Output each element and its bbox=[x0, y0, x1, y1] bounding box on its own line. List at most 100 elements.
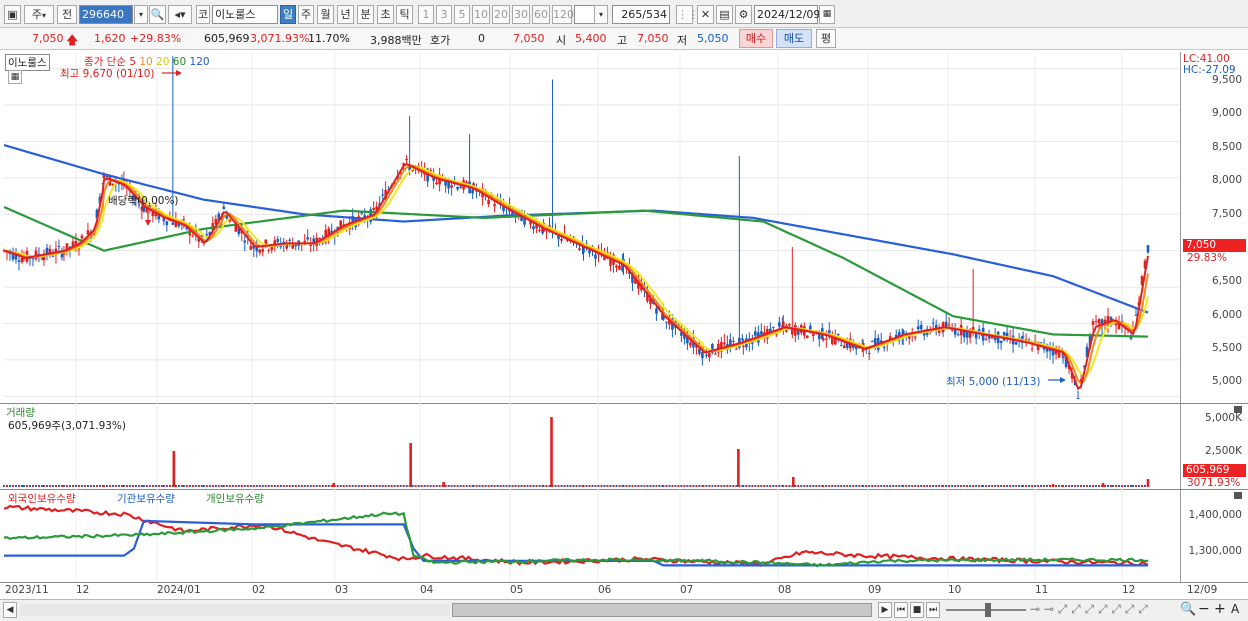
volume-bar bbox=[1101, 483, 1105, 487]
zoom-out-icon[interactable]: − bbox=[1198, 601, 1210, 617]
volume-bar bbox=[582, 485, 585, 487]
close-icon[interactable] bbox=[1234, 406, 1242, 413]
zoom-search-icon[interactable]: 🔍 bbox=[1180, 602, 1196, 617]
font-size-icon[interactable]: A bbox=[1231, 602, 1239, 616]
x-label: 11 bbox=[1035, 584, 1049, 596]
volume-bar bbox=[282, 485, 285, 487]
volume-bar bbox=[351, 485, 354, 487]
candle-body bbox=[867, 352, 871, 354]
table-icon[interactable]: ▦ bbox=[8, 70, 22, 84]
volume-bar bbox=[625, 485, 628, 487]
close-icon[interactable] bbox=[1234, 492, 1242, 499]
volume-bar bbox=[554, 485, 557, 487]
volume-bar bbox=[957, 485, 960, 487]
volume-bar bbox=[1112, 485, 1115, 487]
tool-icons[interactable]: ⊸ ⊸ ⤢ ⤢ ⤢ ⤢ ⤢ ⤢ ⤢ bbox=[1030, 602, 1148, 617]
volume-bar bbox=[588, 485, 591, 487]
volume-bar bbox=[472, 485, 475, 487]
volume-bar bbox=[1037, 485, 1040, 487]
volume-bar bbox=[393, 485, 396, 487]
volume-bar bbox=[514, 485, 517, 487]
volume-bar bbox=[375, 485, 378, 487]
candle-body bbox=[839, 345, 843, 347]
volume-bar bbox=[874, 485, 877, 487]
volume-bar bbox=[151, 485, 154, 487]
x-label: 12/09 bbox=[1187, 584, 1218, 596]
volume-bar bbox=[948, 485, 951, 487]
max-arrow-head bbox=[176, 70, 182, 76]
volume-bar bbox=[142, 485, 145, 487]
volume-bar bbox=[566, 485, 569, 487]
scroll-thumb[interactable] bbox=[452, 603, 872, 617]
volume-bar bbox=[222, 485, 225, 487]
candle-body bbox=[788, 324, 791, 326]
volume-bar bbox=[1115, 485, 1118, 487]
candle-body bbox=[487, 199, 490, 205]
volume-bar bbox=[1089, 485, 1092, 487]
candle-body bbox=[456, 187, 459, 190]
scroll-left-icon[interactable]: ◀ bbox=[3, 602, 17, 618]
volume-bar bbox=[1051, 484, 1055, 487]
volume-bar bbox=[748, 485, 751, 487]
volume-bar bbox=[843, 485, 846, 487]
candle-body bbox=[714, 353, 717, 355]
volume-bar bbox=[57, 485, 60, 487]
volume-bar bbox=[125, 485, 128, 487]
volume-bar bbox=[711, 485, 714, 487]
volume-bar bbox=[372, 485, 375, 487]
volume-bar bbox=[603, 485, 606, 487]
volume-bar bbox=[963, 485, 966, 487]
volume-bar bbox=[205, 485, 208, 487]
volume-bar bbox=[812, 485, 815, 487]
volume-bar bbox=[1130, 485, 1133, 487]
volume-bar bbox=[705, 485, 708, 487]
zoom-slider-handle[interactable] bbox=[985, 603, 991, 617]
candle-body bbox=[381, 194, 384, 196]
volume-bar bbox=[929, 485, 932, 487]
candle-body bbox=[984, 338, 988, 340]
dividend-arrow-head bbox=[145, 220, 151, 226]
volume-bar bbox=[462, 485, 465, 487]
candle-body bbox=[243, 240, 247, 243]
volume-bar bbox=[438, 485, 441, 487]
volume-bar bbox=[28, 485, 31, 487]
volume-bar bbox=[763, 485, 766, 487]
last-icon[interactable]: ⏭ bbox=[926, 602, 940, 618]
volume-bar bbox=[868, 485, 871, 487]
volume-bar bbox=[523, 485, 526, 487]
volume-bar bbox=[991, 485, 994, 487]
scroll-right-icon[interactable]: ▶ bbox=[878, 602, 892, 618]
candle-body bbox=[1097, 319, 1101, 324]
volume-bar bbox=[426, 485, 429, 487]
volume-bar bbox=[825, 485, 828, 487]
volume-bar bbox=[714, 485, 717, 487]
volume-bar bbox=[640, 485, 643, 487]
first-icon[interactable]: ⏮ bbox=[894, 602, 908, 618]
volume-bar bbox=[414, 485, 417, 487]
stop-icon[interactable]: ■ bbox=[910, 602, 924, 618]
volume-bar bbox=[475, 485, 478, 487]
volume-bar bbox=[14, 485, 17, 487]
zoom-in-icon[interactable]: + bbox=[1214, 601, 1226, 617]
volume-bar bbox=[1022, 485, 1025, 487]
volume-bar bbox=[757, 485, 760, 487]
scroll-track[interactable] bbox=[20, 604, 450, 616]
volume-bar bbox=[354, 485, 357, 487]
volume-bar bbox=[447, 485, 450, 487]
volume-bar bbox=[886, 485, 889, 487]
candle-body bbox=[655, 308, 658, 314]
volume-bar bbox=[865, 485, 868, 487]
volume-bar bbox=[877, 485, 880, 487]
volume-bar bbox=[723, 485, 726, 487]
volume-bar bbox=[117, 485, 120, 487]
volume-bar bbox=[409, 443, 412, 487]
volume-bar bbox=[20, 485, 23, 487]
min-price-note: 최저 5,000 (11/13) bbox=[946, 376, 1041, 388]
volume-bar bbox=[1107, 485, 1110, 487]
volume-bar bbox=[871, 485, 874, 487]
volume-bar bbox=[220, 485, 223, 487]
volume-bar bbox=[442, 482, 445, 487]
candle-body bbox=[615, 265, 618, 268]
volume-bar bbox=[86, 485, 89, 487]
volume-bar bbox=[1009, 485, 1012, 487]
